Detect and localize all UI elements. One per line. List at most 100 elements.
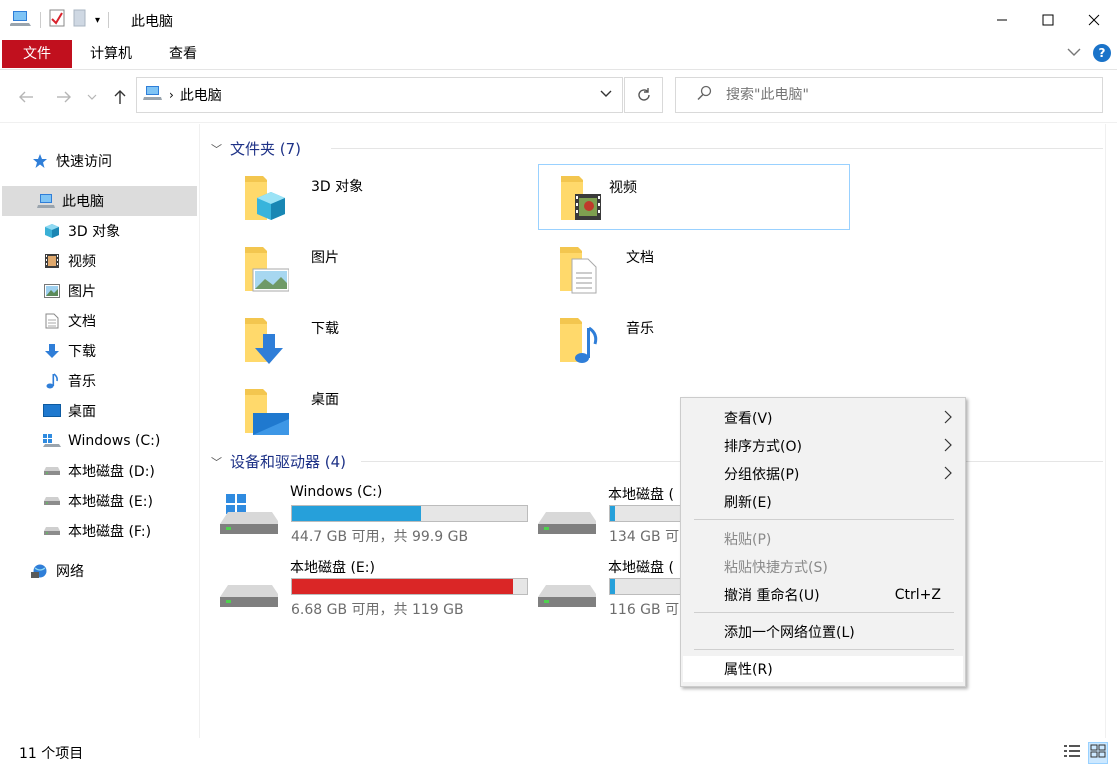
tiles-view-icon[interactable] xyxy=(1088,742,1108,764)
sidebar-item-quick-access[interactable]: 快速访问 xyxy=(30,146,195,176)
context-menu: 查看(V) 排序方式(O) 分组依据(P) 刷新(E) 粘贴(P) 粘贴快捷方式… xyxy=(680,397,966,687)
sidebar-item-documents[interactable]: 文档 xyxy=(42,306,197,336)
sidebar-item-drive-f[interactable]: 本地磁盘 (F:) xyxy=(42,516,197,546)
drive-usage-bar xyxy=(291,578,528,595)
drives-group-header[interactable]: ﹀ 设备和驱动器 (4) xyxy=(211,451,1103,472)
search-box[interactable] xyxy=(675,77,1103,113)
folders-group-header[interactable]: ﹀ 文件夹 (7) xyxy=(211,138,1103,159)
hard-drive-icon xyxy=(538,585,596,607)
drive-usage-fill xyxy=(610,579,615,594)
up-arrow-icon[interactable] xyxy=(108,85,132,109)
help-icon[interactable]: ? xyxy=(1093,44,1111,62)
group-title: 文件夹 (7) xyxy=(230,140,302,158)
refresh-button[interactable] xyxy=(624,77,663,113)
downloads-folder-icon xyxy=(245,318,283,364)
sidebar-item-label: 下载 xyxy=(68,344,96,360)
drive-space-info: 116 GB 可 xyxy=(609,602,680,618)
menu-item-properties[interactable]: 属性(R) xyxy=(683,656,963,682)
folder-tile-pictures[interactable]: 图片 xyxy=(223,235,535,301)
sidebar-item-this-pc[interactable]: 此电脑 xyxy=(2,186,197,216)
sidebar-item-videos[interactable]: 视频 xyxy=(42,246,197,276)
menu-item-view[interactable]: 查看(V) xyxy=(683,405,963,431)
menu-item-label: 撤消 重命名(U) xyxy=(724,588,820,604)
maximize-button[interactable] xyxy=(1025,0,1071,40)
music-folder-icon xyxy=(560,318,598,363)
drive-space-info: 44.7 GB 可用，共 99.9 GB xyxy=(291,529,469,545)
minimize-button[interactable] xyxy=(979,0,1025,40)
sidebar-item-pictures[interactable]: 图片 xyxy=(42,276,197,306)
address-bar[interactable]: › 此电脑 xyxy=(136,77,623,113)
menu-item-undo-rename[interactable]: 撤消 重命名(U) Ctrl+Z xyxy=(683,582,963,608)
3d-objects-folder-icon xyxy=(245,176,285,220)
folder-tile-desktop[interactable]: 桌面 xyxy=(223,377,535,443)
customize-toolbar-dropdown-icon[interactable]: ▾ xyxy=(95,15,100,26)
hard-drive-icon xyxy=(42,461,62,481)
group-divider xyxy=(331,148,1103,149)
tab-file[interactable]: 文件 xyxy=(2,40,72,68)
drive-name: 本地磁盘 ( xyxy=(608,560,674,576)
collapse-chevron-icon[interactable]: ﹀ xyxy=(211,141,222,157)
breadcrumb-chevron-icon[interactable]: › xyxy=(169,88,174,102)
sidebar-item-network[interactable]: 网络 xyxy=(30,556,197,586)
drive-name: 本地磁盘 (E:) xyxy=(290,560,375,576)
vertical-scrollbar[interactable] xyxy=(1105,124,1117,738)
sidebar-item-3d-objects[interactable]: 3D 对象 xyxy=(42,216,197,246)
details-view-icon[interactable] xyxy=(1063,743,1081,763)
sidebar-item-music[interactable]: 音乐 xyxy=(42,366,197,396)
navigation-pane: 快速访问 此电脑 3D 对象 视频 图片 文档 下载 音乐 桌面 Windows… xyxy=(0,124,200,738)
folder-tile-downloads[interactable]: 下载 xyxy=(223,306,535,372)
folder-tile-3d-objects[interactable]: 3D 对象 xyxy=(223,164,535,230)
network-icon xyxy=(30,561,50,581)
menu-item-paste[interactable]: 粘贴(P) xyxy=(683,526,963,552)
tab-computer[interactable]: 计算机 xyxy=(72,40,150,68)
window-controls xyxy=(979,0,1117,40)
expand-ribbon-icon[interactable] xyxy=(1067,45,1081,61)
folder-name: 桌面 xyxy=(311,392,339,408)
navigation-bar: › 此电脑 xyxy=(0,71,1117,123)
submenu-arrow-icon xyxy=(943,437,953,457)
picture-icon xyxy=(42,281,62,301)
menu-item-label: 刷新(E) xyxy=(724,495,772,511)
tab-view[interactable]: 查看 xyxy=(150,40,216,68)
sidebar-item-drive-c[interactable]: Windows (C:) xyxy=(42,426,197,456)
menu-item-paste-shortcut[interactable]: 粘贴快捷方式(S) xyxy=(683,554,963,580)
star-icon xyxy=(30,151,50,171)
menu-item-sort-by[interactable]: 排序方式(O) xyxy=(683,433,963,459)
drive-usage-fill xyxy=(292,579,513,594)
close-button[interactable] xyxy=(1071,0,1117,40)
sidebar-item-drive-d[interactable]: 本地磁盘 (D:) xyxy=(42,456,197,486)
this-pc-icon xyxy=(143,85,163,105)
folder-tile-documents[interactable]: 文档 xyxy=(538,235,850,301)
sidebar-item-label: 本地磁盘 (D:) xyxy=(68,464,155,480)
menu-item-shortcut: Ctrl+Z xyxy=(894,587,941,603)
sidebar-item-downloads[interactable]: 下载 xyxy=(42,336,197,366)
properties-icon[interactable] xyxy=(49,9,65,31)
menu-item-add-network-location[interactable]: 添加一个网络位置(L) xyxy=(683,619,963,645)
drive-tile-c[interactable]: Windows (C:) 44.7 GB 可用，共 99.9 GB xyxy=(202,480,528,546)
search-input[interactable] xyxy=(726,87,1066,103)
folder-tile-videos[interactable]: 视频 xyxy=(538,164,850,230)
title-bar: ▾ 此电脑 xyxy=(0,0,1117,40)
recent-locations-chevron-icon[interactable] xyxy=(84,85,100,109)
menu-item-group-by[interactable]: 分组依据(P) xyxy=(683,461,963,487)
desktop-icon xyxy=(42,401,62,421)
address-dropdown-chevron-icon[interactable] xyxy=(600,86,612,102)
forward-arrow-icon[interactable] xyxy=(52,85,76,109)
folder-name: 视频 xyxy=(609,180,637,196)
collapse-chevron-icon[interactable]: ﹀ xyxy=(211,454,222,470)
back-arrow-icon[interactable] xyxy=(14,85,38,109)
drive-usage-fill xyxy=(610,506,615,521)
refresh-icon xyxy=(637,88,650,101)
new-folder-icon[interactable] xyxy=(73,9,87,31)
hard-drive-icon xyxy=(220,585,278,607)
sidebar-item-label: 本地磁盘 (E:) xyxy=(68,494,153,510)
sidebar-item-label: 图片 xyxy=(68,284,96,300)
menu-item-label: 查看(V) xyxy=(724,411,773,427)
menu-item-refresh[interactable]: 刷新(E) xyxy=(683,489,963,515)
breadcrumb-this-pc[interactable]: 此电脑 xyxy=(180,85,222,105)
drive-tile-e[interactable]: 本地磁盘 (E:) 6.68 GB 可用，共 119 GB xyxy=(202,553,528,619)
sidebar-item-desktop[interactable]: 桌面 xyxy=(42,396,197,426)
folder-name: 图片 xyxy=(311,250,339,266)
folder-tile-music[interactable]: 音乐 xyxy=(538,306,850,372)
sidebar-item-drive-e[interactable]: 本地磁盘 (E:) xyxy=(42,486,197,516)
